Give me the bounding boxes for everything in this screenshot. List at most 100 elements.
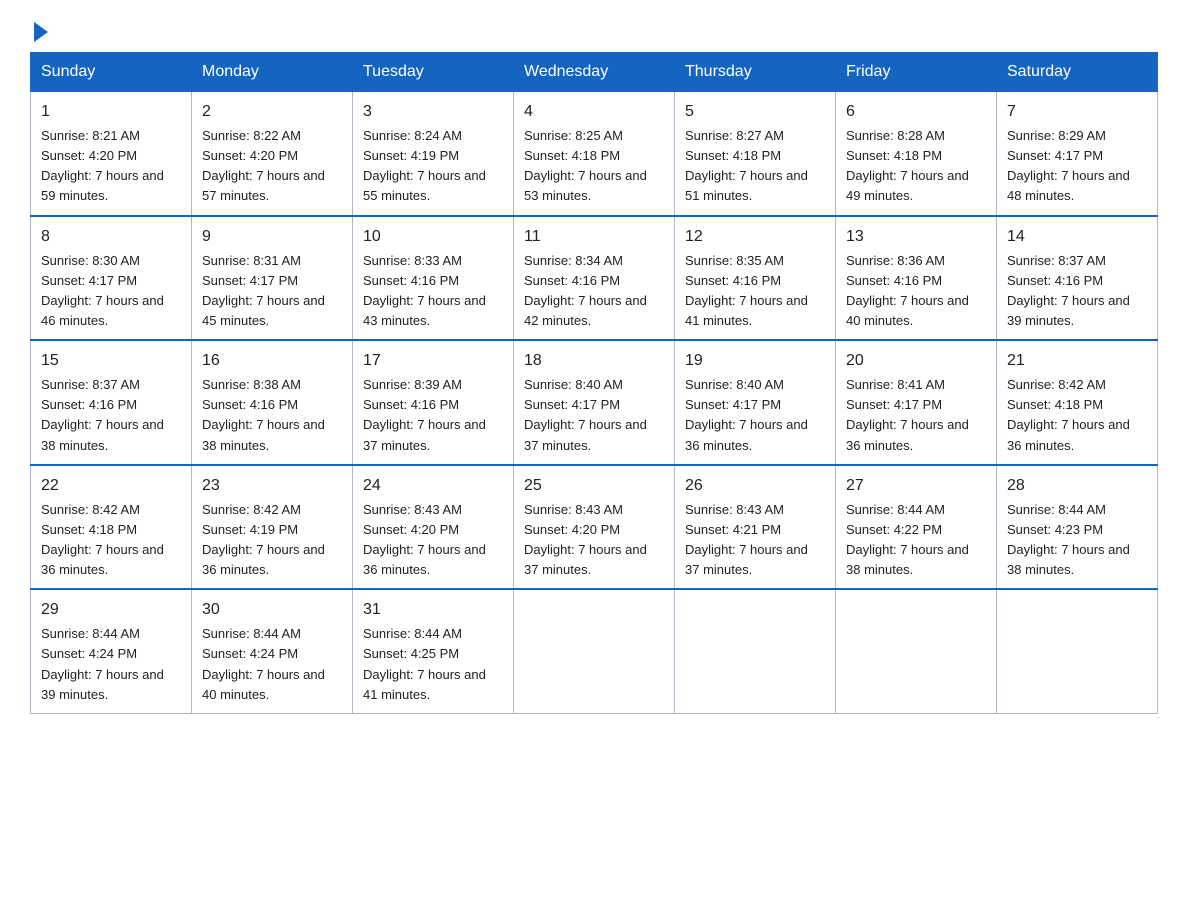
day-info: Sunrise: 8:44 AMSunset: 4:22 PMDaylight:…	[846, 502, 969, 577]
calendar-cell: 22 Sunrise: 8:42 AMSunset: 4:18 PMDaylig…	[31, 465, 192, 590]
calendar-cell: 30 Sunrise: 8:44 AMSunset: 4:24 PMDaylig…	[192, 589, 353, 713]
day-number: 20	[846, 349, 986, 373]
weekday-header-thursday: Thursday	[675, 53, 836, 92]
day-number: 19	[685, 349, 825, 373]
week-row-5: 29 Sunrise: 8:44 AMSunset: 4:24 PMDaylig…	[31, 589, 1158, 713]
day-number: 10	[363, 225, 503, 249]
calendar-cell: 20 Sunrise: 8:41 AMSunset: 4:17 PMDaylig…	[836, 340, 997, 465]
day-number: 29	[41, 598, 181, 622]
day-number: 22	[41, 474, 181, 498]
weekday-header-wednesday: Wednesday	[514, 53, 675, 92]
day-number: 6	[846, 100, 986, 124]
day-info: Sunrise: 8:43 AMSunset: 4:20 PMDaylight:…	[363, 502, 486, 577]
day-number: 12	[685, 225, 825, 249]
day-info: Sunrise: 8:24 AMSunset: 4:19 PMDaylight:…	[363, 128, 486, 203]
day-number: 8	[41, 225, 181, 249]
day-number: 30	[202, 598, 342, 622]
calendar-cell: 12 Sunrise: 8:35 AMSunset: 4:16 PMDaylig…	[675, 216, 836, 341]
day-info: Sunrise: 8:44 AMSunset: 4:24 PMDaylight:…	[41, 626, 164, 701]
week-row-1: 1 Sunrise: 8:21 AMSunset: 4:20 PMDayligh…	[31, 92, 1158, 216]
day-number: 27	[846, 474, 986, 498]
calendar-cell: 28 Sunrise: 8:44 AMSunset: 4:23 PMDaylig…	[997, 465, 1158, 590]
day-number: 28	[1007, 474, 1147, 498]
calendar-cell: 16 Sunrise: 8:38 AMSunset: 4:16 PMDaylig…	[192, 340, 353, 465]
day-info: Sunrise: 8:22 AMSunset: 4:20 PMDaylight:…	[202, 128, 325, 203]
calendar-cell: 9 Sunrise: 8:31 AMSunset: 4:17 PMDayligh…	[192, 216, 353, 341]
day-info: Sunrise: 8:37 AMSunset: 4:16 PMDaylight:…	[41, 377, 164, 452]
day-number: 7	[1007, 100, 1147, 124]
day-info: Sunrise: 8:37 AMSunset: 4:16 PMDaylight:…	[1007, 253, 1130, 328]
day-number: 25	[524, 474, 664, 498]
day-number: 21	[1007, 349, 1147, 373]
weekday-header-sunday: Sunday	[31, 53, 192, 92]
calendar-cell: 13 Sunrise: 8:36 AMSunset: 4:16 PMDaylig…	[836, 216, 997, 341]
day-number: 24	[363, 474, 503, 498]
day-info: Sunrise: 8:42 AMSunset: 4:18 PMDaylight:…	[1007, 377, 1130, 452]
day-info: Sunrise: 8:29 AMSunset: 4:17 PMDaylight:…	[1007, 128, 1130, 203]
day-number: 16	[202, 349, 342, 373]
calendar-cell: 23 Sunrise: 8:42 AMSunset: 4:19 PMDaylig…	[192, 465, 353, 590]
day-info: Sunrise: 8:28 AMSunset: 4:18 PMDaylight:…	[846, 128, 969, 203]
day-info: Sunrise: 8:21 AMSunset: 4:20 PMDaylight:…	[41, 128, 164, 203]
calendar-cell: 7 Sunrise: 8:29 AMSunset: 4:17 PMDayligh…	[997, 92, 1158, 216]
day-info: Sunrise: 8:25 AMSunset: 4:18 PMDaylight:…	[524, 128, 647, 203]
calendar-cell: 31 Sunrise: 8:44 AMSunset: 4:25 PMDaylig…	[353, 589, 514, 713]
calendar-cell: 4 Sunrise: 8:25 AMSunset: 4:18 PMDayligh…	[514, 92, 675, 216]
calendar-cell: 21 Sunrise: 8:42 AMSunset: 4:18 PMDaylig…	[997, 340, 1158, 465]
header	[30, 20, 1158, 42]
day-info: Sunrise: 8:40 AMSunset: 4:17 PMDaylight:…	[685, 377, 808, 452]
day-number: 9	[202, 225, 342, 249]
day-number: 15	[41, 349, 181, 373]
calendar-cell: 11 Sunrise: 8:34 AMSunset: 4:16 PMDaylig…	[514, 216, 675, 341]
day-info: Sunrise: 8:27 AMSunset: 4:18 PMDaylight:…	[685, 128, 808, 203]
calendar-cell: 6 Sunrise: 8:28 AMSunset: 4:18 PMDayligh…	[836, 92, 997, 216]
week-row-3: 15 Sunrise: 8:37 AMSunset: 4:16 PMDaylig…	[31, 340, 1158, 465]
calendar-cell: 8 Sunrise: 8:30 AMSunset: 4:17 PMDayligh…	[31, 216, 192, 341]
calendar-cell: 25 Sunrise: 8:43 AMSunset: 4:20 PMDaylig…	[514, 465, 675, 590]
logo-arrow-icon	[34, 22, 48, 42]
day-info: Sunrise: 8:34 AMSunset: 4:16 PMDaylight:…	[524, 253, 647, 328]
calendar-cell: 26 Sunrise: 8:43 AMSunset: 4:21 PMDaylig…	[675, 465, 836, 590]
day-number: 14	[1007, 225, 1147, 249]
calendar-cell	[836, 589, 997, 713]
calendar-cell: 10 Sunrise: 8:33 AMSunset: 4:16 PMDaylig…	[353, 216, 514, 341]
calendar-cell: 2 Sunrise: 8:22 AMSunset: 4:20 PMDayligh…	[192, 92, 353, 216]
day-number: 11	[524, 225, 664, 249]
day-info: Sunrise: 8:44 AMSunset: 4:24 PMDaylight:…	[202, 626, 325, 701]
day-number: 13	[846, 225, 986, 249]
weekday-header-row: SundayMondayTuesdayWednesdayThursdayFrid…	[31, 53, 1158, 92]
day-number: 18	[524, 349, 664, 373]
calendar-cell: 3 Sunrise: 8:24 AMSunset: 4:19 PMDayligh…	[353, 92, 514, 216]
day-number: 31	[363, 598, 503, 622]
day-info: Sunrise: 8:33 AMSunset: 4:16 PMDaylight:…	[363, 253, 486, 328]
week-row-4: 22 Sunrise: 8:42 AMSunset: 4:18 PMDaylig…	[31, 465, 1158, 590]
logo-blue-text	[30, 20, 48, 42]
calendar-cell: 14 Sunrise: 8:37 AMSunset: 4:16 PMDaylig…	[997, 216, 1158, 341]
calendar-cell: 27 Sunrise: 8:44 AMSunset: 4:22 PMDaylig…	[836, 465, 997, 590]
day-number: 3	[363, 100, 503, 124]
calendar-cell	[675, 589, 836, 713]
calendar-cell	[514, 589, 675, 713]
day-number: 17	[363, 349, 503, 373]
day-number: 2	[202, 100, 342, 124]
day-info: Sunrise: 8:35 AMSunset: 4:16 PMDaylight:…	[685, 253, 808, 328]
day-info: Sunrise: 8:43 AMSunset: 4:20 PMDaylight:…	[524, 502, 647, 577]
day-info: Sunrise: 8:42 AMSunset: 4:19 PMDaylight:…	[202, 502, 325, 577]
day-number: 1	[41, 100, 181, 124]
logo	[30, 20, 48, 42]
day-info: Sunrise: 8:43 AMSunset: 4:21 PMDaylight:…	[685, 502, 808, 577]
calendar-cell: 18 Sunrise: 8:40 AMSunset: 4:17 PMDaylig…	[514, 340, 675, 465]
day-info: Sunrise: 8:31 AMSunset: 4:17 PMDaylight:…	[202, 253, 325, 328]
day-info: Sunrise: 8:42 AMSunset: 4:18 PMDaylight:…	[41, 502, 164, 577]
day-info: Sunrise: 8:30 AMSunset: 4:17 PMDaylight:…	[41, 253, 164, 328]
calendar-cell	[997, 589, 1158, 713]
day-number: 23	[202, 474, 342, 498]
day-number: 26	[685, 474, 825, 498]
calendar-cell: 24 Sunrise: 8:43 AMSunset: 4:20 PMDaylig…	[353, 465, 514, 590]
calendar-cell: 5 Sunrise: 8:27 AMSunset: 4:18 PMDayligh…	[675, 92, 836, 216]
weekday-header-tuesday: Tuesday	[353, 53, 514, 92]
calendar-cell: 19 Sunrise: 8:40 AMSunset: 4:17 PMDaylig…	[675, 340, 836, 465]
calendar-cell: 29 Sunrise: 8:44 AMSunset: 4:24 PMDaylig…	[31, 589, 192, 713]
calendar-table: SundayMondayTuesdayWednesdayThursdayFrid…	[30, 52, 1158, 714]
week-row-2: 8 Sunrise: 8:30 AMSunset: 4:17 PMDayligh…	[31, 216, 1158, 341]
